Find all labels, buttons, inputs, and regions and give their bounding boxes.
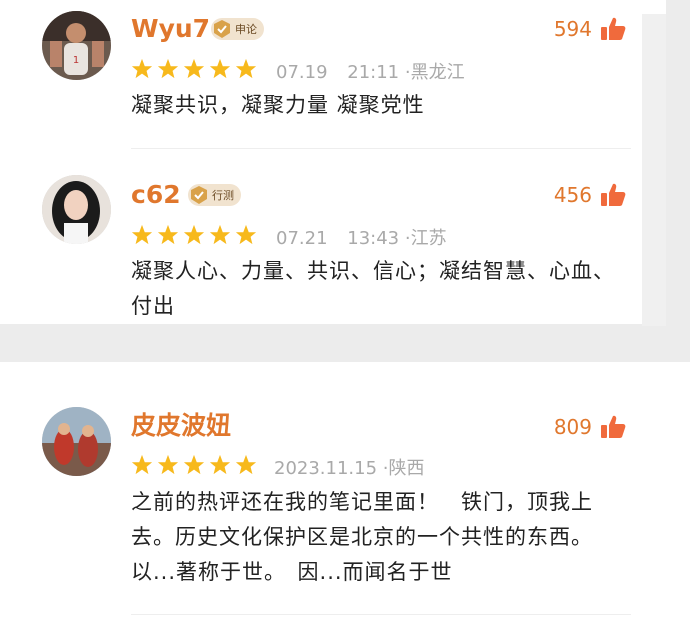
star-rating (131, 454, 257, 476)
comment-date: 07.19 (276, 62, 328, 83)
svg-text:1: 1 (73, 55, 79, 66)
star-icon (157, 224, 179, 245)
like-button[interactable]: 594 (554, 16, 626, 42)
comment-meta: 07.19 21:11 ·黑龙江 (276, 58, 465, 84)
thumbs-up-icon (601, 183, 626, 206)
comment-meta: 07.21 13:43 ·江苏 (276, 224, 447, 250)
comment-time: 21:11 (347, 62, 400, 83)
badge-label: 行测 (212, 189, 234, 202)
comment-text: 凝聚共识，凝聚力量 凝聚党性 (131, 93, 425, 117)
username[interactable]: Wyu7 (131, 14, 210, 44)
star-icon (183, 454, 205, 475)
comment-location: 江苏 (410, 228, 447, 249)
verified-badge-icon (191, 186, 207, 204)
comment-meta: 2023.11.15 ·陕西 (274, 454, 425, 480)
comment-card-bottom: 皮皮波妞 809 2023.11.15 ·陕西 之前的热评还在我的笔记里面！ 铁… (0, 362, 690, 621)
star-icon (131, 454, 153, 475)
star-rating (131, 58, 257, 80)
avatar[interactable]: 1 (42, 11, 111, 80)
star-icon (235, 224, 257, 245)
star-icon (235, 454, 257, 475)
star-icon (157, 454, 179, 475)
comment-date: 2023.11.15 (274, 458, 378, 479)
comment-location: 黑龙江 (410, 62, 465, 83)
comment-date: 07.21 (276, 228, 328, 249)
star-icon (157, 58, 179, 79)
like-count: 456 (553, 183, 592, 207)
comment-text: 之前的热评还在我的笔记里面！ 铁门，顶我上去。历史文化保护区是北京的一个共性的东… (131, 490, 605, 584)
star-icon (131, 58, 153, 79)
divider (131, 614, 631, 615)
star-icon (209, 58, 231, 79)
verified-badge-icon (214, 20, 230, 38)
user-badge: 申论 (211, 18, 264, 40)
comment-time: 13:43 (347, 228, 400, 249)
avatar[interactable] (42, 407, 111, 476)
thumbs-up-icon (601, 17, 626, 40)
star-icon (235, 58, 257, 79)
badge-label: 申论 (235, 23, 257, 36)
like-button[interactable]: 809 (554, 414, 626, 440)
like-count: 809 (553, 415, 592, 439)
thumbs-up-icon (601, 415, 626, 438)
comment-location: 陕西 (388, 458, 425, 479)
username[interactable]: c62 (131, 180, 181, 210)
star-icon (131, 224, 153, 245)
star-icon (209, 224, 231, 245)
scroll-gutter (642, 14, 666, 326)
like-button[interactable]: 456 (554, 182, 626, 208)
star-icon (209, 454, 231, 475)
comment-card-top: 1 Wyu7 申论 594 07.19 21:11 ·黑龙江 凝聚共识，凝聚力量… (0, 0, 666, 326)
comment-text: 凝聚人心、力量、共识、信心；凝结智慧、心血、付出 (131, 259, 615, 318)
star-icon (183, 58, 205, 79)
star-icon (183, 224, 205, 245)
star-rating (131, 224, 257, 246)
avatar[interactable] (42, 175, 111, 244)
like-count: 594 (553, 17, 592, 41)
user-badge: 行测 (188, 184, 241, 206)
divider (131, 148, 631, 149)
username[interactable]: 皮皮波妞 (131, 411, 231, 441)
